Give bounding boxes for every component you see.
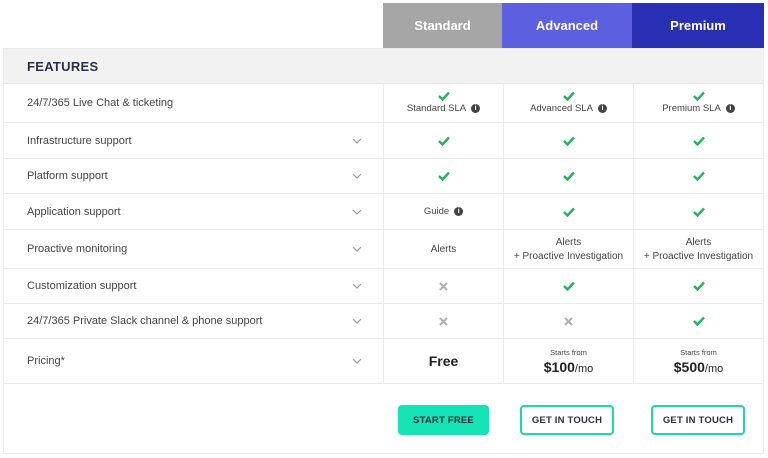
- price-advanced: $100/mo: [543, 358, 594, 375]
- sla-label: Premium SLA: [662, 103, 721, 114]
- cell-premium: [633, 304, 763, 338]
- check-icon: [562, 136, 575, 146]
- table-row[interactable]: Proactive monitoring Alerts Alerts + Pro…: [4, 230, 763, 269]
- price-free: Free: [428, 353, 459, 369]
- cell-premium: Starts from $500/mo: [633, 339, 763, 383]
- check-icon: [692, 136, 705, 146]
- cell-standard: Guide i: [383, 194, 503, 229]
- chevron-down-icon[interactable]: [352, 316, 362, 326]
- alerts-label: Alerts: [430, 243, 457, 255]
- investigation-label: + Proactive Investigation: [643, 250, 754, 262]
- alerts-label: Alerts: [555, 236, 582, 248]
- cell-premium: [633, 123, 763, 158]
- starts-from-label: Starts from: [680, 347, 717, 357]
- cell-premium: Premium SLA i: [633, 83, 763, 122]
- cell-standard: Free: [383, 339, 503, 383]
- cell-advanced: [503, 304, 633, 338]
- check-icon: [562, 91, 575, 101]
- row-label: 24/7/365 Live Chat & ticketing: [27, 96, 174, 109]
- cell-advanced: [503, 159, 633, 193]
- sla-label: Standard SLA: [406, 103, 467, 114]
- cell-standard: Standard SLA i: [383, 83, 503, 122]
- chevron-down-icon[interactable]: [352, 207, 362, 217]
- plan-header-premium: Premium: [632, 3, 764, 48]
- x-icon: [439, 316, 448, 326]
- row-label: Proactive monitoring: [27, 243, 128, 255]
- cell-advanced: [503, 269, 633, 303]
- cell-advanced: Starts from $100/mo: [503, 339, 633, 383]
- row-label: Pricing*: [27, 355, 65, 367]
- check-icon: [437, 91, 450, 101]
- chevron-down-icon[interactable]: [352, 171, 362, 181]
- table-row[interactable]: Platform support: [4, 159, 763, 194]
- check-icon: [692, 171, 705, 181]
- investigation-label: + Proactive Investigation: [513, 250, 624, 262]
- cell-advanced: [503, 194, 633, 229]
- info-icon[interactable]: i: [454, 207, 464, 216]
- check-icon: [692, 207, 705, 217]
- features-table: FEATURES 24/7/365 Live Chat & ticketing …: [3, 48, 764, 454]
- table-row[interactable]: 24/7/365 Private Slack channel & phone s…: [4, 304, 763, 339]
- sla-label: Advanced SLA: [530, 103, 593, 114]
- cell-premium: [633, 194, 763, 229]
- price-premium: $500/mo: [673, 358, 724, 375]
- info-icon[interactable]: i: [471, 104, 481, 113]
- table-row[interactable]: Application support Guide i: [4, 194, 763, 230]
- row-label: 24/7/365 Private Slack channel & phone s…: [27, 315, 263, 327]
- cell-premium: [633, 269, 763, 303]
- cell-premium: [633, 159, 763, 193]
- features-title: FEATURES: [27, 58, 99, 74]
- table-row[interactable]: Pricing* Free Starts from $100/mo Starts…: [4, 339, 763, 384]
- cell-standard: Alerts: [383, 230, 503, 268]
- chevron-down-icon[interactable]: [352, 244, 362, 254]
- cell-standard: [383, 123, 503, 158]
- table-row[interactable]: Customization support: [4, 269, 763, 304]
- info-icon[interactable]: i: [597, 104, 607, 113]
- plan-header-standard: Standard: [383, 3, 502, 48]
- x-icon: [439, 281, 448, 291]
- cell-advanced: Alerts + Proactive Investigation: [503, 230, 633, 268]
- guide-label: Guide: [423, 206, 450, 217]
- plan-header-advanced: Advanced: [502, 3, 632, 48]
- row-label: Platform support: [27, 170, 108, 182]
- cell-standard: [383, 304, 503, 338]
- check-icon: [692, 316, 705, 326]
- check-icon: [437, 171, 450, 181]
- table-row[interactable]: Infrastructure support: [4, 123, 763, 159]
- check-icon: [437, 136, 450, 146]
- chevron-down-icon[interactable]: [352, 281, 362, 291]
- cell-standard: [383, 269, 503, 303]
- features-header: FEATURES: [4, 49, 763, 84]
- cell-advanced: [503, 123, 633, 158]
- start-free-button[interactable]: START FREE: [398, 405, 489, 435]
- check-icon: [562, 207, 575, 217]
- alerts-label: Alerts: [685, 236, 712, 248]
- row-label: Application support: [27, 205, 121, 218]
- cell-premium: Alerts + Proactive Investigation: [633, 230, 763, 268]
- get-in-touch-advanced-button[interactable]: GET IN TOUCH: [520, 405, 614, 435]
- cell-standard: [383, 159, 503, 193]
- row-label: Infrastructure support: [27, 134, 132, 147]
- info-icon[interactable]: i: [725, 104, 735, 113]
- row-label: Customization support: [27, 280, 137, 292]
- check-icon: [692, 91, 705, 101]
- starts-from-label: Starts from: [550, 347, 587, 357]
- check-icon: [562, 281, 575, 291]
- chevron-down-icon[interactable]: [352, 136, 362, 146]
- cell-advanced: Advanced SLA i: [503, 83, 633, 122]
- chevron-down-icon[interactable]: [352, 356, 362, 366]
- x-icon: [564, 316, 573, 326]
- check-icon: [562, 171, 575, 181]
- check-icon: [692, 281, 705, 291]
- table-row: 24/7/365 Live Chat & ticketing Standard …: [4, 83, 763, 123]
- get-in-touch-premium-button[interactable]: GET IN TOUCH: [651, 405, 745, 435]
